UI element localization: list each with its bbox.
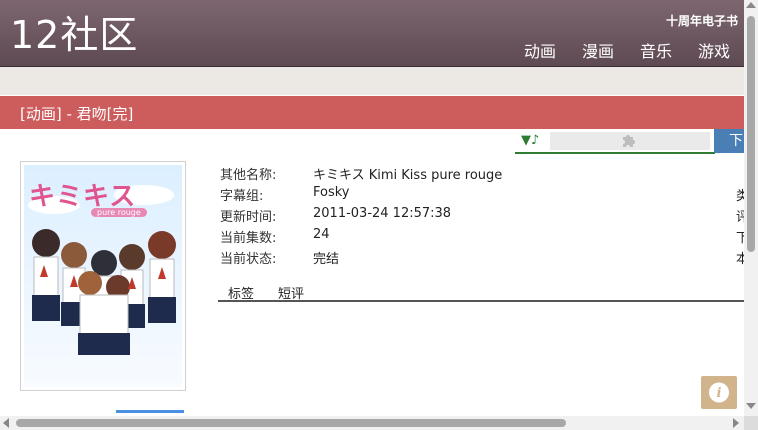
info-label: 当前集数:	[220, 231, 277, 246]
scrollbar-corner	[744, 416, 758, 430]
main-nav: 动画 漫画 音乐 游戏	[524, 38, 730, 62]
nav-item-music[interactable]: 音乐	[640, 38, 672, 62]
page-title-bar: [动画] - 君吻[完]	[0, 96, 744, 129]
info-value: 完结	[313, 252, 340, 267]
horizontal-scrollbar[interactable]	[0, 416, 744, 430]
info-label: 更新时间:	[220, 210, 277, 225]
info-label: 当前状态:	[220, 252, 277, 267]
info-value: 24	[313, 227, 330, 242]
site-header: 12社区 十周年电子书 动画 漫画 音乐 游戏	[0, 0, 744, 67]
music-player: ▼♪	[515, 130, 715, 154]
player-toggle-button[interactable]: ▼♪	[521, 133, 539, 148]
info-panel: 其他名称: キミキス Kimi Kiss pure rouge 字幕组: Fos…	[220, 164, 749, 269]
download-button[interactable]: 下	[714, 129, 744, 153]
tab-short-reviews[interactable]: 短评	[278, 283, 304, 302]
page-title: [动画] - 君吻[完]	[20, 105, 134, 123]
horizontal-scroll-thumb[interactable]	[16, 419, 566, 427]
scroll-down-icon[interactable]	[746, 403, 756, 409]
info-row-update-time: 更新时间: 2011-03-24 12:57:38 评	[220, 206, 749, 227]
nav-item-games[interactable]: 游戏	[698, 38, 730, 62]
player-plugin-area	[550, 132, 710, 150]
info-row-episodes: 当前集数: 24 下	[220, 227, 749, 248]
anniversary-ebook-link[interactable]: 十周年电子书	[666, 12, 738, 29]
info-value: キミキス Kimi Kiss pure rouge	[313, 168, 503, 183]
info-icon: i	[709, 382, 729, 403]
nav-item-anime[interactable]: 动画	[524, 38, 556, 62]
info-button[interactable]: i	[701, 376, 737, 409]
cover-image: キミキス pure rouge	[20, 161, 186, 391]
info-label: 字幕组:	[220, 189, 264, 204]
vertical-scroll-thumb[interactable]	[747, 16, 755, 252]
cover-indicator	[116, 410, 184, 413]
info-label: 其他名称:	[220, 168, 277, 183]
tab-tags[interactable]: 标签	[228, 283, 254, 302]
cover-subtitle: pure rouge	[91, 208, 147, 217]
vertical-scrollbar[interactable]	[744, 0, 758, 416]
info-row-status: 当前状态: 完结 本	[220, 248, 749, 269]
puzzle-icon	[620, 132, 638, 154]
site-logo[interactable]: 12社区	[10, 12, 138, 58]
info-row-subtitle-group: 字幕组: Fosky 类	[220, 185, 749, 206]
detail-tabs: 标签 短评	[218, 282, 744, 302]
info-row-other-names: 其他名称: キミキス Kimi Kiss pure rouge	[220, 164, 740, 185]
scroll-right-icon[interactable]	[733, 418, 739, 428]
scroll-up-icon[interactable]	[746, 2, 756, 8]
info-value: 2011-03-24 12:57:38	[313, 206, 452, 221]
svg-text:i: i	[717, 386, 722, 401]
nav-item-manga[interactable]: 漫画	[582, 38, 614, 62]
sub-bar	[0, 67, 744, 95]
scroll-left-icon[interactable]	[3, 418, 9, 428]
info-value[interactable]: Fosky	[313, 185, 350, 200]
